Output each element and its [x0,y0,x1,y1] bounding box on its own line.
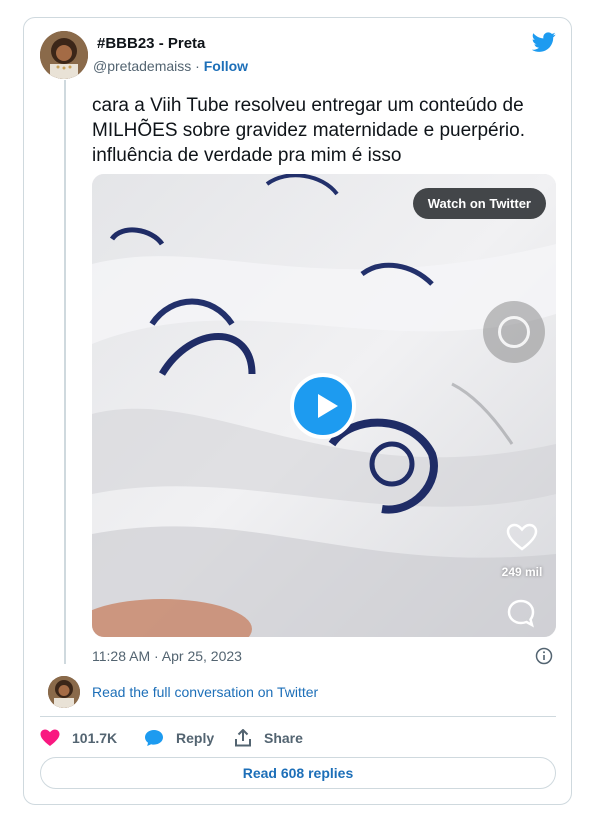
tweet-timestamp[interactable]: 11:28 AM · Apr 25, 2023 [92,648,242,664]
likes-count: 101.7K [72,730,118,746]
divider [40,716,556,717]
like-button[interactable]: 101.7K [40,727,117,749]
video-likes-count: 249 mil [501,565,543,579]
share-upload-icon [235,729,251,747]
play-icon[interactable] [290,373,356,439]
author-handle-row: @pretademaiss · Follow [93,58,248,74]
tweet-text-line: cara a Viih Tube resolveu entregar um co… [92,95,524,116]
info-icon[interactable] [535,647,553,665]
conversation-avatar[interactable] [48,676,80,708]
share-button[interactable]: Share [234,727,303,749]
twitter-bird-icon[interactable] [531,30,556,54]
watch-on-twitter-button[interactable]: Watch on Twitter [412,188,546,219]
handle-separator: · [195,58,200,74]
share-label: Share [264,730,303,746]
author-handle[interactable]: @pretademaiss [93,58,191,74]
reply-button[interactable]: Reply [144,727,214,749]
video-comment-icon [506,598,536,628]
speech-bubble-icon [145,730,163,746]
tweet-text-line: MILHÕES sobre gravidez maternidade e pue… [92,120,526,141]
reply-label: Reply [176,730,215,746]
video-thumbnail[interactable]: Watch on Twitter 249 mil [92,174,556,637]
video-record-button [483,301,545,363]
author-display-name[interactable]: #BBB23 - Preta [97,35,205,52]
heart-icon [40,729,60,746]
read-replies-button[interactable]: Read 608 replies [40,757,556,789]
follow-link[interactable]: Follow [204,58,248,74]
tweet-text-line: influência de verdade pra mim é isso [92,145,402,166]
author-avatar[interactable] [40,31,88,79]
thread-line [64,80,66,664]
tweet-text: cara a Viih Tube resolveu entregar um co… [92,93,552,168]
video-heart-icon [506,523,538,551]
read-full-conversation-link[interactable]: Read the full conversation on Twitter [92,684,318,700]
